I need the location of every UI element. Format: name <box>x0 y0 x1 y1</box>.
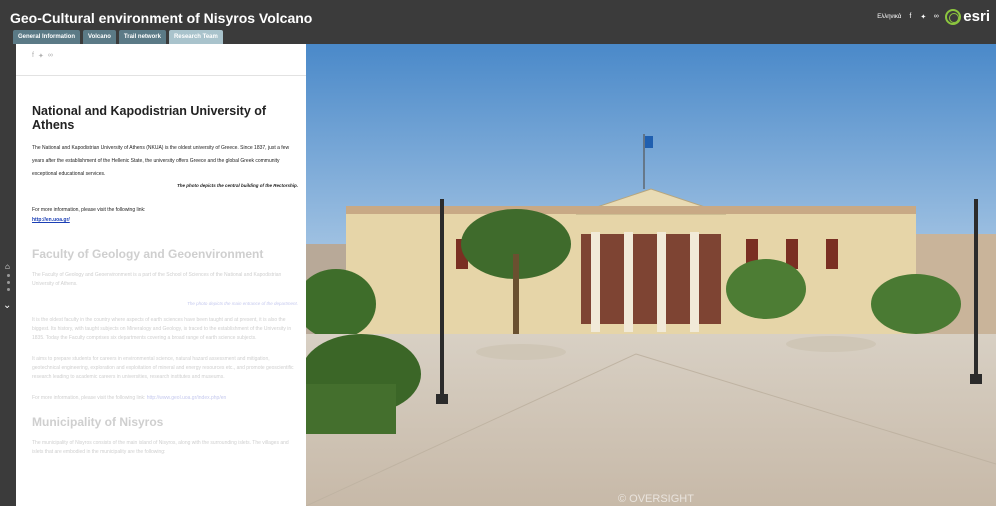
panel-share-bar: f ✦ ∞ <box>32 52 53 60</box>
esri-globe-icon <box>945 8 962 25</box>
info-text: For more information, please visit the f… <box>32 207 146 213</box>
nav-dot[interactable] <box>7 274 10 277</box>
lamp-base <box>970 374 982 384</box>
column <box>657 232 666 332</box>
photo-caption: The photo depicts the central building o… <box>176 183 298 188</box>
header-actions: Ελληνικά f ✦ ∞ esri <box>877 8 990 25</box>
app: Geo-Cultural environment of Nisyros Volc… <box>0 0 996 506</box>
faculty-link[interactable]: http://www.geol.uoa.gr/index.php/en <box>147 395 227 401</box>
section-title-university: National and Kapodistrian University of … <box>32 104 267 132</box>
panel-content: National and Kapodistrian University of … <box>32 104 298 469</box>
esri-logo-text: esri <box>963 8 990 25</box>
lamp-post <box>974 199 978 379</box>
tab-trail-network[interactable]: Trail network <box>118 30 166 44</box>
column <box>591 232 600 332</box>
section-body-faculty-aims: It aims to prepare students for careers … <box>32 356 294 380</box>
navigation-gutter: ⌂ ⌄ <box>0 44 16 506</box>
column <box>690 232 699 332</box>
main-photo: © OVERSIGHT <box>306 44 996 506</box>
link-icon[interactable]: ∞ <box>932 13 940 20</box>
photo-watermark: © OVERSIGHT <box>618 493 694 505</box>
hedge <box>306 384 396 434</box>
window <box>826 239 838 269</box>
cornice <box>346 206 916 214</box>
app-title: Geo-Cultural environment of Nisyros Volc… <box>10 10 313 26</box>
nav-dot[interactable] <box>7 281 10 284</box>
tab-volcano[interactable]: Volcano <box>83 30 116 44</box>
column <box>624 232 633 332</box>
section-body-municipality: The municipality of Nisyros consists of … <box>32 440 289 455</box>
section-body-faculty-history: It is the oldest faculty in the country … <box>32 317 292 341</box>
faculty-info-text: For more information, please visit the f… <box>32 395 146 401</box>
lamp-base <box>436 394 448 404</box>
tree <box>726 259 806 319</box>
university-building-photo: © OVERSIGHT <box>306 44 996 506</box>
tab-bar: General Information Volcano Trail networ… <box>13 30 223 44</box>
divider <box>16 75 306 76</box>
home-icon[interactable]: ⌂ <box>5 262 10 271</box>
section-title-municipality: Municipality of Nisyros <box>32 415 164 429</box>
tab-general-information[interactable]: General Information <box>13 30 81 44</box>
section-body-university: The National and Kapodistrian University… <box>32 145 290 177</box>
tab-research-team[interactable]: Research Team <box>168 30 223 44</box>
portico-mural <box>581 234 721 324</box>
palm-trunk <box>513 254 519 334</box>
facebook-icon[interactable]: f <box>32 52 34 60</box>
fountain <box>476 344 566 360</box>
faculty-photo-caption: The photo depicts the main entrance of t… <box>187 301 298 306</box>
lamp-post <box>440 199 444 399</box>
faculty-info: For more information, please visit the f… <box>32 394 298 403</box>
facebook-icon[interactable]: f <box>906 13 914 20</box>
header: Geo-Cultural environment of Nisyros Volc… <box>0 0 996 44</box>
link-icon[interactable]: ∞ <box>48 52 53 60</box>
chevron-down-icon[interactable]: ⌄ <box>3 300 11 311</box>
fountain <box>786 336 876 352</box>
twitter-icon[interactable]: ✦ <box>38 52 44 60</box>
esri-logo[interactable]: esri <box>945 8 990 25</box>
tree <box>871 274 961 334</box>
twitter-icon[interactable]: ✦ <box>919 13 927 21</box>
section-title-faculty: Faculty of Geology and Geoenvironment <box>32 247 264 261</box>
language-switch[interactable]: Ελληνικά <box>877 14 901 20</box>
university-link[interactable]: http://en.uoa.gr/ <box>32 217 298 223</box>
section-body-faculty: The Faculty of Geology and Geoenvironmen… <box>32 272 282 287</box>
flag <box>645 136 653 148</box>
nav-dot[interactable] <box>7 288 10 291</box>
story-panel[interactable]: f ✦ ∞ National and Kapodistrian Universi… <box>16 44 306 506</box>
